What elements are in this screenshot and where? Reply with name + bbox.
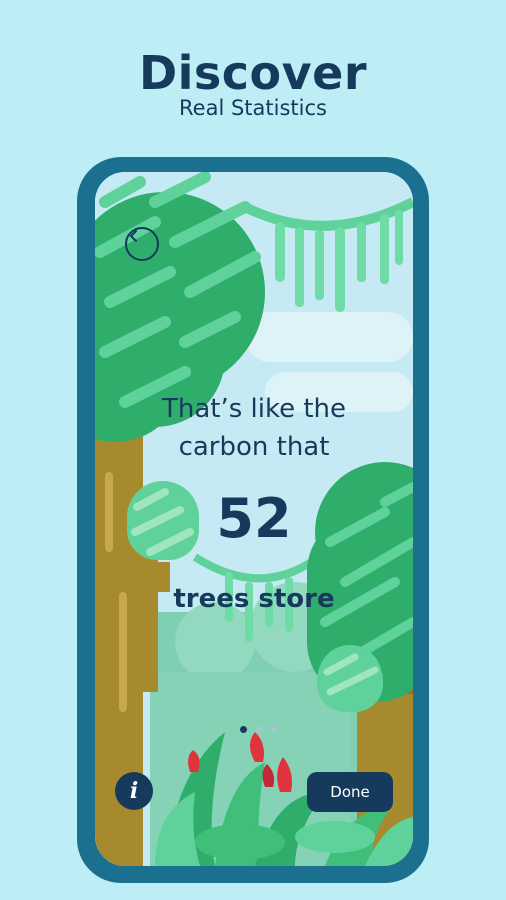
stat-unit: trees store [173,584,335,614]
page-dot-3[interactable] [270,726,277,733]
page-dot-2[interactable] [255,726,262,733]
page-title: Discover [138,46,368,100]
stat-number: 52 [216,487,292,550]
stat-line-1: That’s like the [161,394,347,424]
chevron-left-icon [129,230,137,242]
header: Discover Real Statistics [0,44,506,120]
done-button[interactable]: Done [307,772,393,812]
page-subtitle: Real Statistics [179,96,327,120]
info-button[interactable]: i [115,772,153,810]
page-dot-1[interactable] [240,726,247,733]
back-button[interactable] [125,227,159,261]
stat-line-2: carbon that [178,432,330,462]
phone-screen: That’s like the carbon that 52 trees sto… [95,172,413,866]
page-indicator [240,726,277,733]
info-icon: i [129,778,139,804]
